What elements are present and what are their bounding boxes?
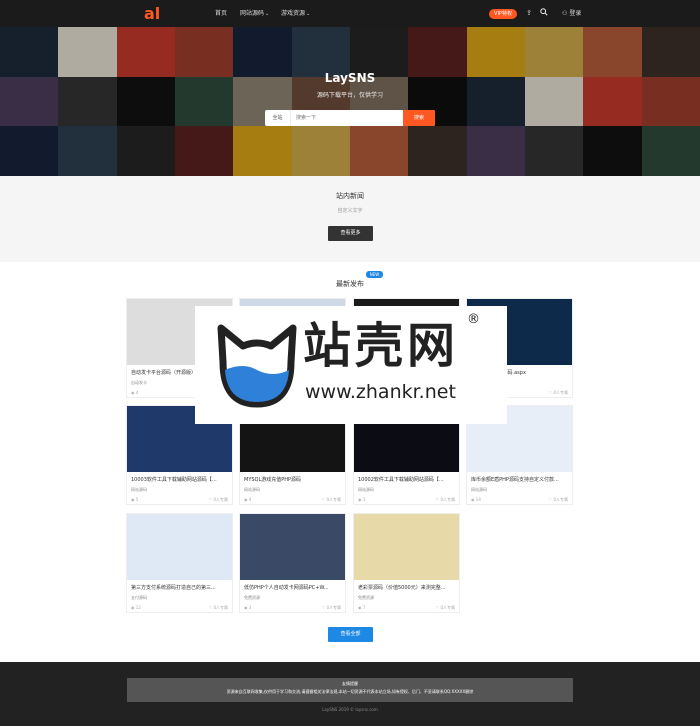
eye-icon: ◉ — [244, 605, 248, 610]
card-views: ◉ 7 — [358, 605, 366, 610]
card-thumbnail[interactable] — [127, 514, 232, 580]
view-more-button[interactable]: 查看更多 — [328, 226, 373, 241]
latest-title: 最新发布 — [336, 280, 364, 288]
resource-card[interactable]: 老彩票源码（价值5000元）来测完整... 免费资源 ◉ 7 ♡ 0人专属 — [353, 513, 460, 613]
eye-icon: ◉ — [244, 497, 248, 502]
card-likes: ♡ 0人专属 — [435, 605, 455, 610]
heart-icon: ♡ — [548, 497, 553, 502]
heart-icon: ♡ — [321, 497, 326, 502]
chevron-down-icon: ⌄ — [306, 11, 311, 17]
resource-card[interactable]: 第三方支付系统源码打造自己的第三... 支付源码 ◉ 12 ♡ 0人专属 — [126, 513, 233, 613]
card-thumbnail[interactable] — [354, 514, 459, 580]
upload-icon[interactable]: ⇪ — [524, 8, 534, 18]
card-title[interactable]: MYSQL游戏充值PHP源码 — [244, 476, 342, 483]
card-likes: ♡ 0人专属 — [548, 390, 568, 395]
card-views: ◉ 14 — [471, 497, 481, 502]
heart-icon: ♡ — [435, 497, 440, 502]
card-category[interactable]: 支付源码 — [131, 595, 147, 601]
card-views: ◉ 4 — [131, 390, 139, 395]
card-category[interactable]: 网站源码 — [244, 487, 260, 493]
heart-icon: ♡ — [548, 390, 553, 395]
watermark-en: www.zhankr.net — [305, 381, 456, 403]
hero-subtitle: 源码下载平台，仅供学习 — [316, 92, 383, 99]
card-title[interactable]: 10002软件工具下载辅助网站源码【... — [358, 476, 456, 483]
footer-notice-text: 资源来自互联网收集,仅供用于学习和交流,请遵循相关法律法规,本站一切资源不代表本… — [226, 689, 474, 694]
heart-icon: ♡ — [435, 605, 440, 610]
registered-mark: ® — [467, 312, 480, 327]
site-logo[interactable]: al — [144, 5, 170, 23]
cat-mascot-icon — [217, 324, 297, 408]
card-likes: ♡ 0人专属 — [208, 497, 228, 502]
search-category-select[interactable]: 全站 — [265, 110, 291, 126]
hero-title: LaySNS — [324, 71, 376, 85]
eye-icon: ◉ — [131, 605, 135, 610]
card-title[interactable]: 老彩票源码（价值5000元）来测完整... — [358, 584, 456, 591]
card-title[interactable]: 库币余额E盾PHP源码支持自定义付款... — [471, 476, 569, 483]
search-input[interactable] — [293, 110, 403, 126]
eye-icon: ◉ — [131, 497, 135, 502]
news-subtitle: 自定义文字 — [337, 208, 363, 214]
card-views: ◉ 5 — [131, 497, 139, 502]
card-title[interactable]: 10003软件工具下载辅助网站源码【... — [131, 476, 229, 483]
card-category[interactable]: 免费资源 — [358, 595, 374, 601]
nav-item-source-code[interactable]: 网站源码⌄ — [240, 0, 269, 27]
card-thumbnail[interactable] — [240, 514, 345, 580]
card-views: ◉ 3 — [244, 605, 252, 610]
card-views: ◉ 4 — [244, 497, 252, 502]
nav-item-home[interactable]: 首页 — [215, 0, 227, 27]
top-navbar: al 首页 网站源码⌄ 游戏资源⌄ VIP特权 ⇪ ⚇ 登录 — [0, 0, 700, 27]
card-title[interactable]: 低仿PHP个人自动发卡网源码PC+W... — [244, 584, 342, 591]
heart-icon: ♡ — [208, 497, 213, 502]
card-likes: ♡ 0人专属 — [208, 605, 228, 610]
search-icon[interactable] — [539, 8, 549, 18]
eye-icon: ◉ — [471, 497, 475, 502]
view-all-button[interactable]: 查看全部 — [328, 627, 373, 642]
card-category[interactable]: 网站源码 — [131, 487, 147, 493]
card-category[interactable]: 网站源码 — [358, 487, 374, 493]
site-news-section — [0, 176, 700, 262]
footer: 友情提醒 资源来自互联网收集,仅供用于学习和交流,请遵循相关法律法规,本站一切资… — [0, 662, 700, 726]
card-views: ◉ 12 — [131, 605, 141, 610]
card-category[interactable]: 免费资源 — [244, 595, 260, 601]
chevron-down-icon: ⌄ — [265, 11, 270, 17]
heart-icon: ♡ — [321, 605, 326, 610]
footer-notice: 友情提醒 资源来自互联网收集,仅供用于学习和交流,请遵循相关法律法规,本站一切资… — [127, 678, 573, 702]
eye-icon: ◉ — [358, 605, 362, 610]
eye-icon: ◉ — [131, 390, 135, 395]
footer-notice-title: 友情提醒 — [342, 681, 358, 686]
login-link[interactable]: ⚇ 登录 — [562, 0, 581, 27]
new-badge: NEW — [366, 271, 383, 278]
hero-banner: LaySNS 源码下载平台，仅供学习 全站 搜索 — [0, 27, 700, 176]
heart-icon: ♡ — [208, 605, 213, 610]
card-title[interactable]: 第三方支付系统源码打造自己的第三... — [131, 584, 229, 591]
footer-copyright: LaySNS 2019 © laysns.com — [322, 707, 378, 712]
user-icon: ⚇ — [562, 10, 568, 17]
news-title: 站内新闻 — [336, 192, 364, 200]
card-category[interactable]: 网站源码 — [471, 487, 487, 493]
vip-button[interactable]: VIP特权 — [489, 9, 517, 19]
eye-icon: ◉ — [358, 497, 362, 502]
card-likes: ♡ 0人专属 — [548, 497, 568, 502]
card-likes: ♡ 0人专属 — [321, 605, 341, 610]
nav-item-game-resources[interactable]: 游戏资源⌄ — [281, 0, 310, 27]
search-button[interactable]: 搜索 — [403, 110, 435, 126]
watermark-logo: 站壳网 www.zhankr.net ® — [195, 306, 507, 424]
resource-card[interactable]: 低仿PHP个人自动发卡网源码PC+W... 免费资源 ◉ 3 ♡ 0人专属 — [239, 513, 346, 613]
card-likes: ♡ 0人专属 — [435, 497, 455, 502]
search-bar: 全站 搜索 — [265, 110, 435, 126]
card-category[interactable]: 自动发卡 — [131, 380, 147, 386]
card-views: ◉ 3 — [358, 497, 366, 502]
card-likes: ♡ 0人专属 — [321, 497, 341, 502]
watermark-cn: 站壳网 — [303, 318, 460, 374]
